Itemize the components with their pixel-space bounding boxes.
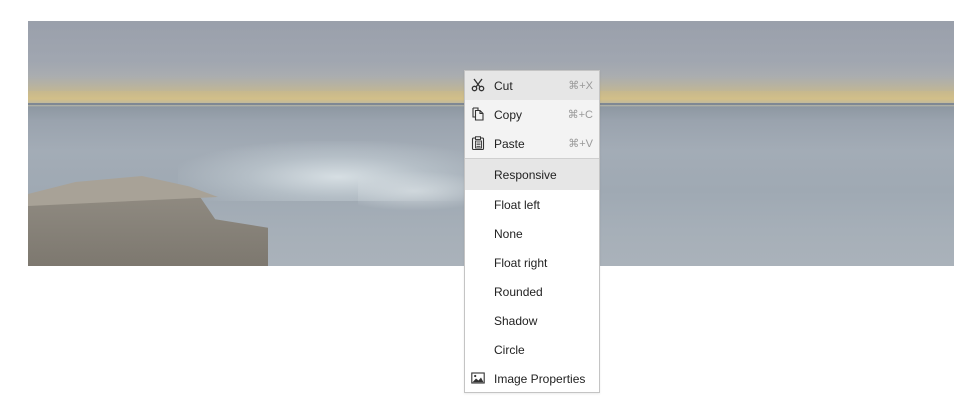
context-menu: Cut ⌘+X Copy ⌘+C Paste ⌘+V Responsive Fl… <box>464 70 600 393</box>
menu-item-shortcut: ⌘+X <box>568 80 593 92</box>
menu-item-shortcut: ⌘+V <box>568 138 593 150</box>
menu-item-label: None <box>494 226 523 241</box>
menu-item-cut[interactable]: Cut ⌘+X <box>465 71 599 100</box>
image-icon <box>471 371 485 385</box>
menu-item-rounded[interactable]: Rounded <box>465 277 599 306</box>
menu-item-label: Responsive <box>494 167 557 182</box>
paste-icon <box>471 136 485 150</box>
menu-item-label: Paste <box>494 136 525 151</box>
menu-item-float-right[interactable]: Float right <box>465 248 599 277</box>
menu-item-label: Cut <box>494 78 513 93</box>
menu-item-label: Rounded <box>494 284 543 299</box>
menu-item-label: Shadow <box>494 313 538 328</box>
menu-item-shortcut: ⌘+C <box>567 109 593 121</box>
menu-item-float-left[interactable]: Float left <box>465 190 599 219</box>
copy-icon <box>471 107 485 121</box>
menu-item-image-properties[interactable]: Image Properties <box>465 364 599 393</box>
menu-item-label: Float right <box>494 255 548 270</box>
menu-item-label: Float left <box>494 197 541 212</box>
image-style-group: Responsive Float left None Float right R… <box>465 159 599 364</box>
menu-item-label: Circle <box>494 342 525 357</box>
menu-item-shadow[interactable]: Shadow <box>465 306 599 335</box>
menu-item-circle[interactable]: Circle <box>465 335 599 364</box>
menu-item-label: Image Properties <box>494 371 586 386</box>
menu-item-copy[interactable]: Copy ⌘+C <box>465 100 599 129</box>
menu-item-paste[interactable]: Paste ⌘+V <box>465 129 599 158</box>
clipboard-group: Cut ⌘+X Copy ⌘+C Paste ⌘+V <box>465 71 599 159</box>
menu-item-responsive[interactable]: Responsive <box>465 159 599 190</box>
scissors-icon <box>471 78 485 92</box>
menu-item-label: Copy <box>494 107 523 122</box>
menu-item-none[interactable]: None <box>465 219 599 248</box>
